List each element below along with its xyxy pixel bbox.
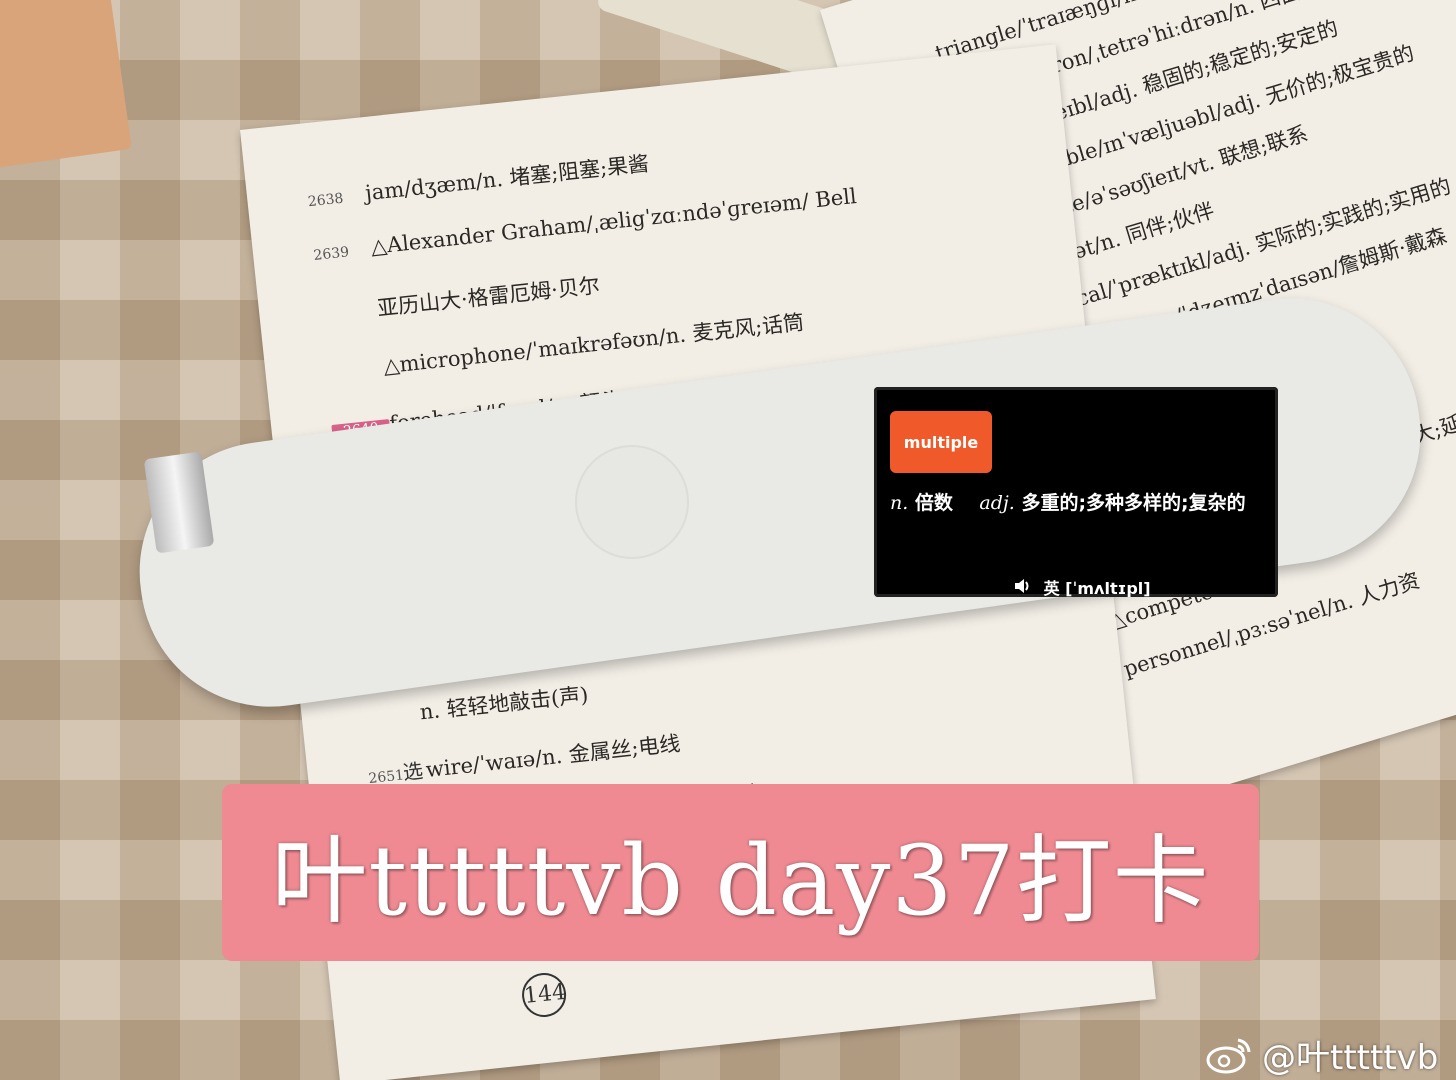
dictionary-line: 亚历山大·格雷厄姆·贝尔 [318, 269, 601, 328]
banner-text: 叶tttttvb day37打卡 [271, 825, 1210, 937]
phonetic-text: 英 [ˈmʌltɪpl] [1043, 579, 1151, 597]
weibo-logo-icon [1206, 1038, 1251, 1073]
pen-screen: multiple n. 倍数 adj. 多重的;多种多样的;复杂的 英 [ˈmʌ… [874, 387, 1278, 597]
entry-number [363, 719, 421, 725]
dictionary-line: 2638 jam/dʒæm/n. 堵塞;阻塞;果酱 [306, 148, 650, 214]
entry-text: jam/dʒæm/n. 堵塞;阻塞;果酱 [364, 151, 651, 206]
entry-text: 亚历山大·格雷厄姆·贝尔 [376, 273, 601, 321]
pos-noun: n. [890, 492, 909, 514]
background-box [0, 0, 132, 170]
watermark-handle: @叶tttttvb [1262, 1038, 1439, 1078]
entry-number: 2639 [312, 244, 350, 264]
definition: n. 倍数 adj. 多重的;多种多样的;复杂的 [890, 487, 1260, 519]
photo-scene: triangle/ˈtraɪæŋɡl/n. 三角形 △tetrahedron/ˌt… [0, 0, 1456, 1080]
definition-noun: 倍数 [914, 492, 953, 514]
pen-button[interactable] [575, 445, 689, 559]
entry-number [327, 373, 385, 379]
entry-text: △microphone/ˈmaɪkrəfəʊn/n. 麦克风;话筒 [382, 310, 806, 379]
entry-text: n. 轻轻地敲击(声) [418, 682, 590, 725]
speaker-icon[interactable] [1014, 578, 1032, 597]
watermark: @叶tttttvb [1206, 1030, 1438, 1079]
dictionary-line: 2651 wire/ˈwaɪə/n. 金属丝;电线 [367, 727, 682, 790]
entry-number: 2638 [307, 190, 345, 211]
checkin-banner: 叶tttttvb day37打卡 [222, 784, 1259, 961]
entry-number [320, 316, 378, 322]
entry-text: wire/ˈwaɪə/n. 金属丝;电线 [424, 731, 682, 783]
pos-adjective: adj. [979, 492, 1015, 514]
definition-adjective: 多重的;多种多样的;复杂的 [1021, 492, 1246, 514]
phonetic-row: 英 [ˈmʌltɪpl] [1014, 575, 1151, 597]
word-badge: multiple [890, 411, 992, 473]
page-number: 144 [519, 970, 569, 1020]
